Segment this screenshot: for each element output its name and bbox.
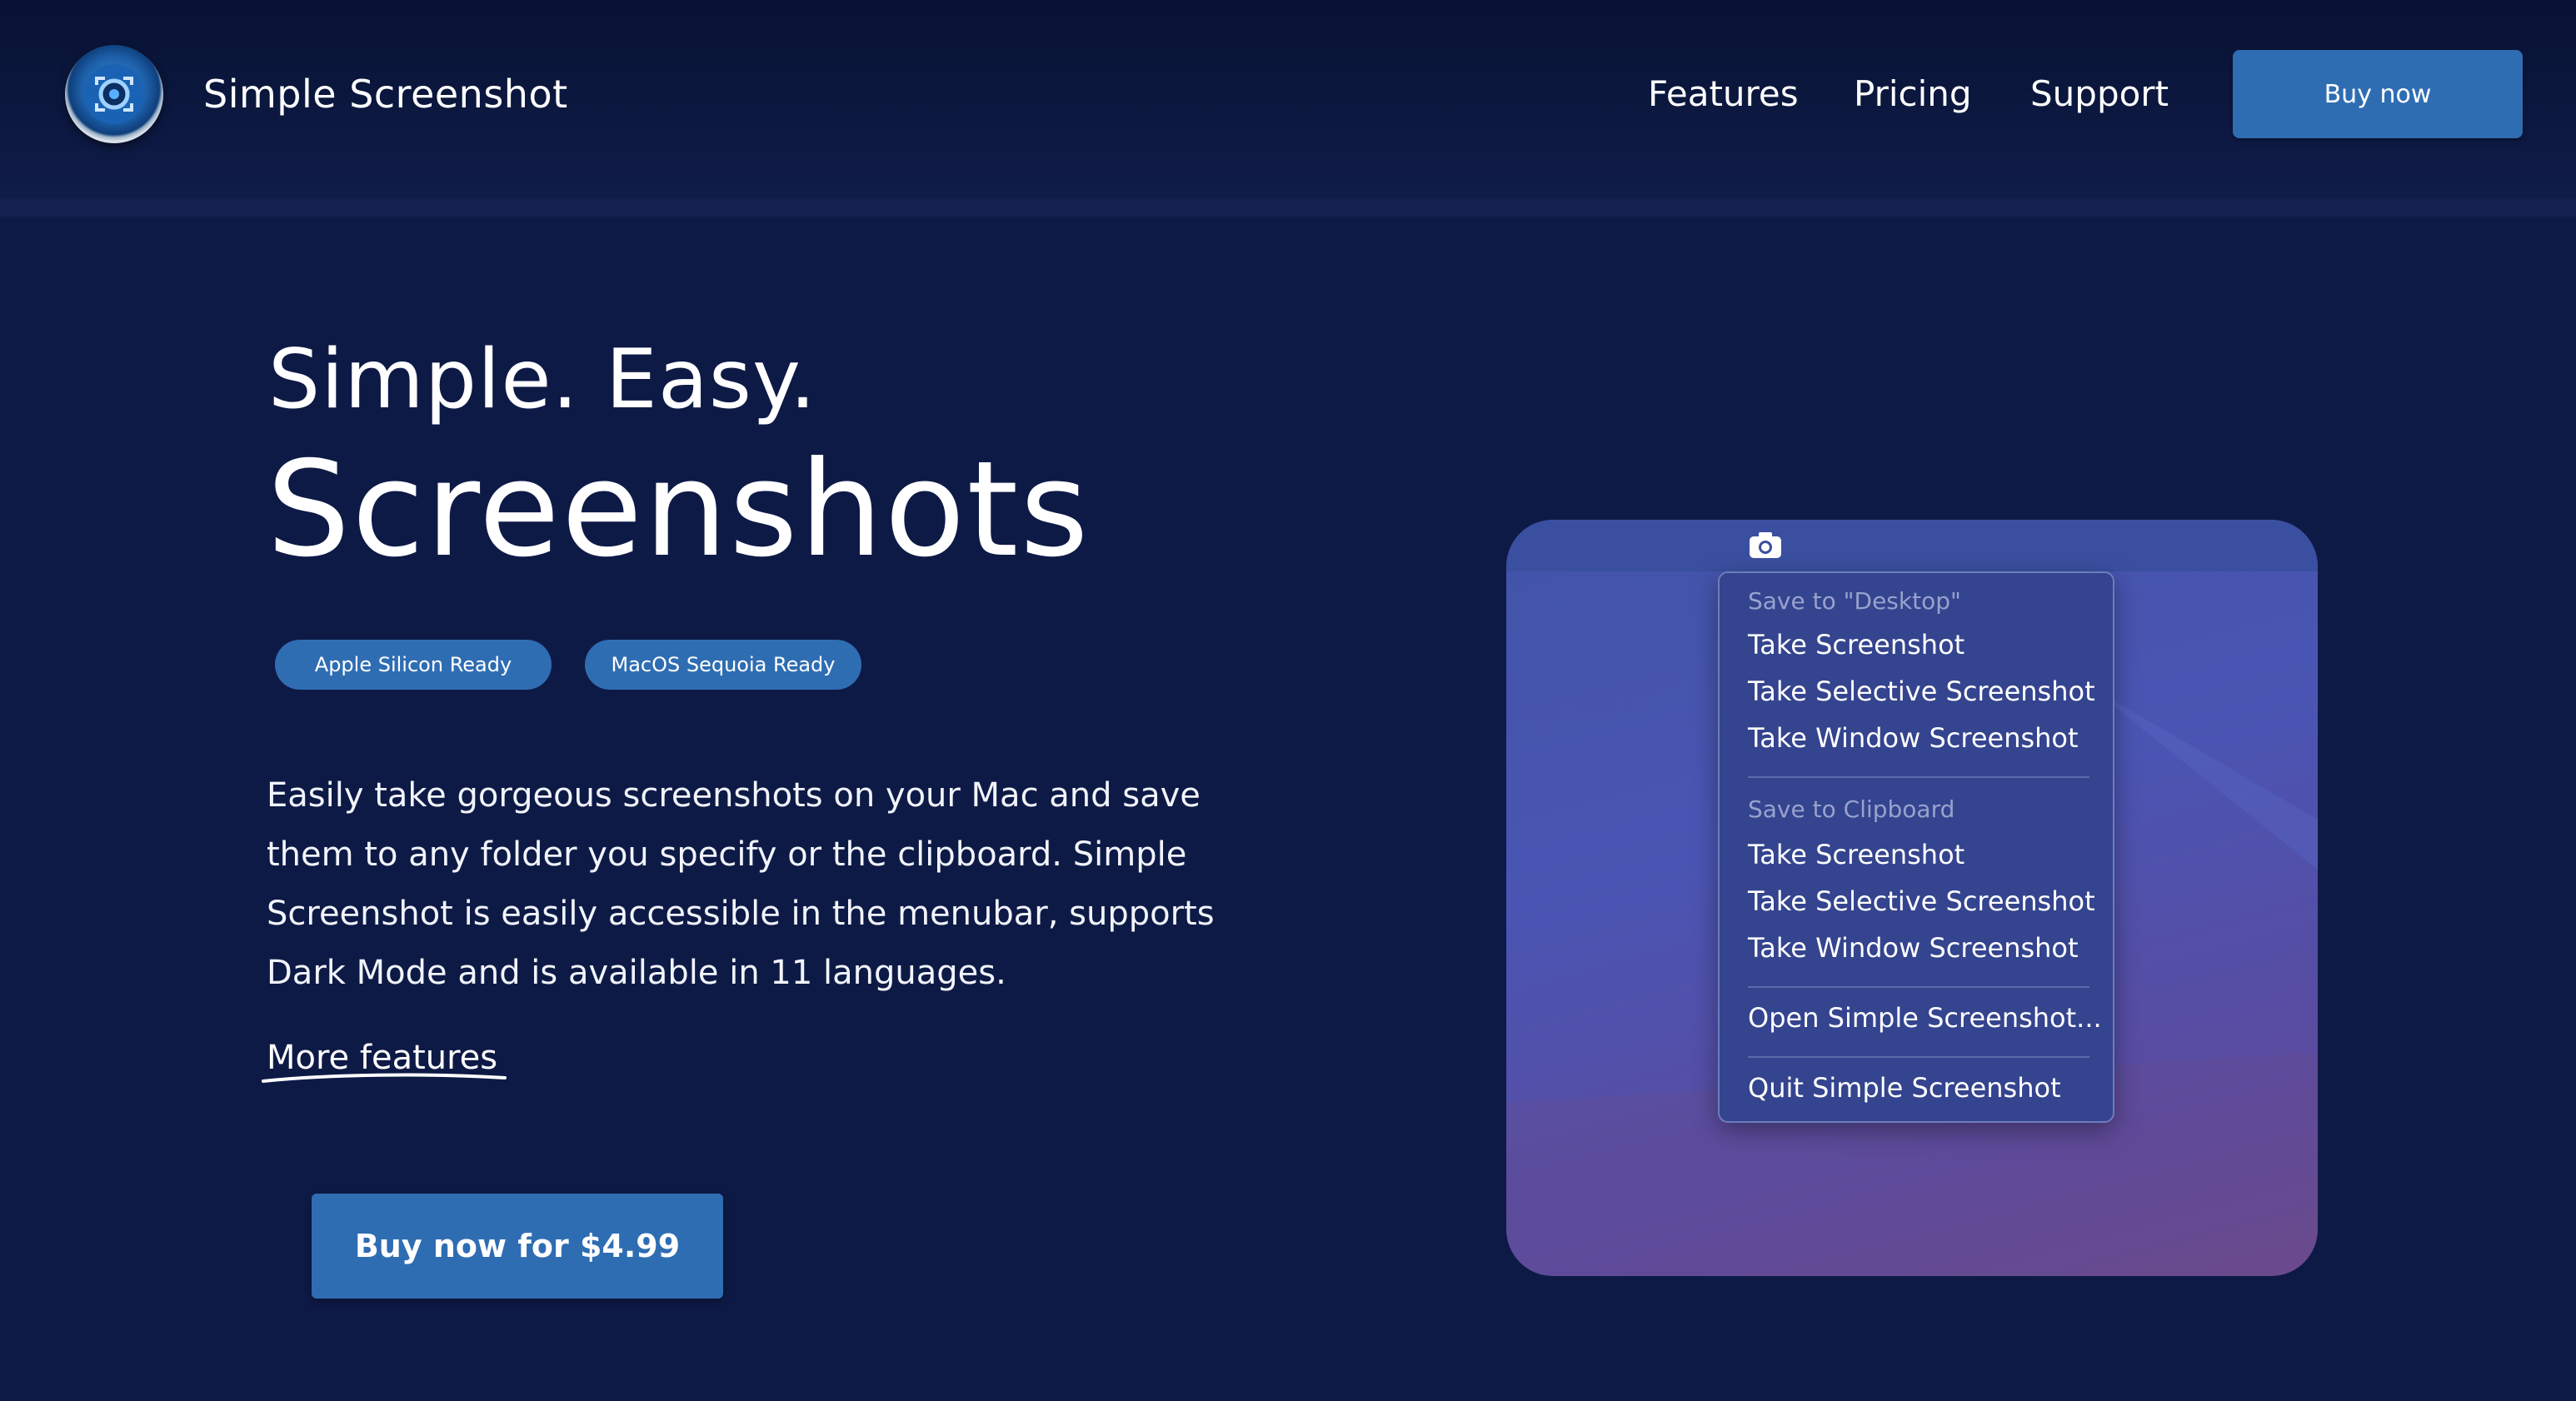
menu-item-open-app[interactable]: Open Simple Screenshot... <box>1748 998 2102 1038</box>
dropdown-menu: Save to "Desktop" Take Screenshot Take S… <box>1718 571 2114 1123</box>
menu-separator <box>1748 776 2089 778</box>
site-header: Simple Screenshot Features Pricing Suppo… <box>0 0 2576 198</box>
menu-item-desktop-screenshot[interactable]: Take Screenshot <box>1748 625 1964 665</box>
header-divider <box>0 198 2576 217</box>
nav-pricing[interactable]: Pricing <box>1854 68 1972 120</box>
header-buy-button[interactable]: Buy now <box>2233 50 2523 138</box>
brand-name[interactable]: Simple Screenshot <box>203 68 568 120</box>
menu-item-clipboard-screenshot[interactable]: Take Screenshot <box>1748 835 1964 875</box>
hero-description: Easily take gorgeous screenshots on your… <box>267 776 1215 992</box>
hero-tagline: Simple. Easy. <box>268 332 817 427</box>
menu-heading-clipboard: Save to Clipboard <box>1748 795 1955 823</box>
underline-swash <box>262 1073 507 1083</box>
camera-icon[interactable] <box>1748 530 1783 560</box>
nav-features[interactable]: Features <box>1648 68 1799 120</box>
menu-separator <box>1748 1056 2089 1058</box>
menu-heading-desktop: Save to "Desktop" <box>1748 587 1961 615</box>
camera-lens-icon[interactable] <box>65 45 163 143</box>
hero-headline: Screenshots <box>267 433 1091 586</box>
menu-item-desktop-window[interactable]: Take Window Screenshot <box>1748 718 2079 758</box>
app-preview-window: Save to "Desktop" Take Screenshot Take S… <box>1506 520 2318 1276</box>
buy-main-button[interactable]: Buy now for $4.99 <box>312 1194 723 1299</box>
menu-separator <box>1748 986 2089 988</box>
menubar <box>1506 520 2318 571</box>
badge-apple-silicon: Apple Silicon Ready <box>275 640 552 690</box>
menu-item-clipboard-window[interactable]: Take Window Screenshot <box>1748 928 2079 968</box>
menu-item-quit[interactable]: Quit Simple Screenshot <box>1748 1068 2061 1108</box>
menu-item-clipboard-selective[interactable]: Take Selective Screenshot <box>1748 881 2095 921</box>
menu-item-desktop-selective[interactable]: Take Selective Screenshot <box>1748 671 2095 711</box>
badge-macos-sequoia: MacOS Sequoia Ready <box>585 640 861 690</box>
nav-support[interactable]: Support <box>2030 68 2169 120</box>
